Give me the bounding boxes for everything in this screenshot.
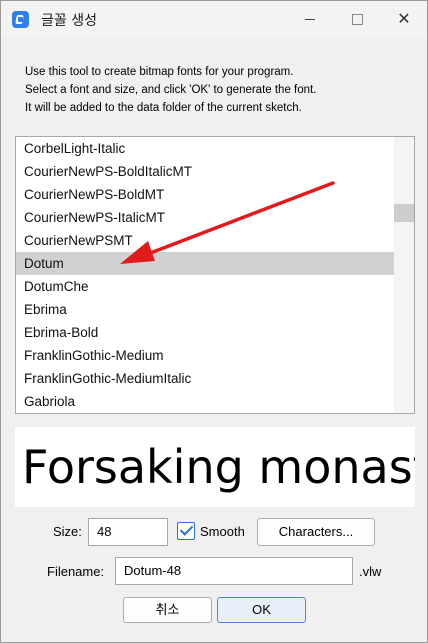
instructions: Use this tool to create bitmap fonts for… — [25, 63, 405, 117]
instruction-line: It will be added to the data folder of t… — [25, 102, 302, 114]
smooth-checkbox[interactable] — [177, 522, 195, 540]
size-input[interactable]: 48 — [88, 518, 168, 546]
close-button[interactable]: ✕ — [381, 1, 427, 37]
check-icon — [179, 522, 194, 536]
annotation-arrow-icon — [120, 181, 335, 264]
size-label: Size: — [53, 524, 82, 539]
cancel-button[interactable]: 취소 — [123, 597, 212, 623]
filename-label: Filename: — [47, 564, 105, 579]
minimize-icon — [305, 19, 315, 20]
close-icon: ✕ — [397, 9, 411, 28]
font-preview: Forsaking monast — [15, 427, 415, 507]
smooth-label: Smooth — [200, 524, 245, 539]
ok-button[interactable]: OK — [217, 597, 306, 623]
maximize-button[interactable] — [334, 1, 380, 37]
create-font-dialog: 글꼴 생성 ✕ Use this tool to create bitmap f… — [0, 0, 428, 643]
window-title: 글꼴 생성 — [41, 13, 97, 29]
filename-extension: .vlw — [359, 564, 382, 579]
title-bar: 글꼴 생성 ✕ — [1, 1, 427, 37]
instruction-line: Select a font and size, and click 'OK' t… — [25, 84, 317, 96]
maximize-icon — [352, 14, 363, 25]
characters-button[interactable]: Characters... — [257, 518, 375, 546]
app-icon — [12, 11, 29, 28]
font-list[interactable]: CorbelLight-Italic CourierNewPS-BoldItal… — [15, 136, 415, 414]
instruction-line: Use this tool to create bitmap fonts for… — [25, 66, 294, 78]
preview-text: Forsaking monast — [22, 440, 415, 494]
minimize-button[interactable] — [287, 1, 333, 37]
filename-input[interactable]: Dotum-48 — [115, 557, 353, 585]
